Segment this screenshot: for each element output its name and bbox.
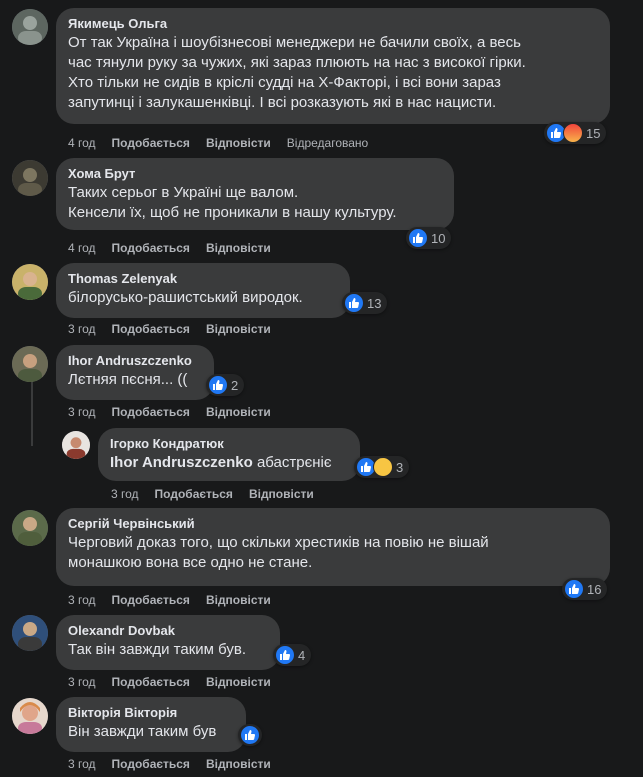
comment-time[interactable]: 3 год <box>68 322 96 336</box>
reply-button[interactable]: Відповісти <box>206 322 271 336</box>
comment-text: Черговий доказ того, що скільки хрестикі… <box>68 534 489 571</box>
like-reaction-icon <box>408 228 428 248</box>
comment-text: Ihor Andruszczenko абастрєніє <box>110 453 348 473</box>
comment-bubble: Якимець Ольга От так Україна і шоубізнес… <box>56 8 610 124</box>
reaction-summary[interactable]: 10 <box>406 227 452 249</box>
comment-time[interactable]: 3 год <box>68 757 96 771</box>
comment-author[interactable]: Якимець Ольга <box>68 16 598 32</box>
comment-text: Лєтняя пєсня... (( <box>68 371 188 388</box>
comment-bubble: Вікторія Вікторія Він завжди таким був <box>56 697 246 752</box>
comment-actions: 4 год Подобається Відповісти <box>68 241 287 255</box>
comment-text: білорусько-рашистський виродок. <box>68 289 303 306</box>
avatar[interactable] <box>12 698 48 734</box>
comment-time[interactable]: 3 год <box>68 405 96 419</box>
reply-button[interactable]: Відповісти <box>206 241 271 255</box>
avatar[interactable] <box>12 160 48 196</box>
comment-actions: 3 год Подобається Відповісти <box>68 593 287 607</box>
comment-text: От так Україна і шоубізнесові менеджери … <box>68 34 526 111</box>
comment-bubble: Thomas Zelenyak білорусько-рашистський в… <box>56 263 350 318</box>
like-reaction-icon <box>275 645 295 665</box>
comment-bubble: Сергій Червінський Черговий доказ того, … <box>56 508 610 586</box>
reply-button[interactable]: Відповісти <box>206 405 271 419</box>
comment-author[interactable]: Thomas Zelenyak <box>68 271 338 287</box>
comment-author[interactable]: Вікторія Вікторія <box>68 705 234 721</box>
reaction-count: 10 <box>431 230 446 246</box>
comment-author[interactable]: Ihor Andruszczenko <box>68 353 202 369</box>
reaction-count: 16 <box>587 581 602 597</box>
haha-reaction-icon <box>373 457 393 477</box>
comment-actions: 3 год Подобається Відповісти <box>68 405 287 419</box>
comment-bubble: Olexandr Dovbak Так він завжди таким був… <box>56 615 280 670</box>
comment-actions: 4 год Подобається Відповісти Відредаговано <box>68 136 384 150</box>
avatar[interactable] <box>12 9 48 45</box>
reaction-count: 2 <box>231 377 239 393</box>
comment-actions: 3 год Подобається Відповісти <box>111 487 330 501</box>
like-reaction-icon <box>564 579 584 599</box>
like-button[interactable]: Подобається <box>155 487 233 501</box>
comment-time[interactable]: 3 год <box>68 593 96 607</box>
comment-text: Таких серьог в Україні ще валом. Кенсели… <box>68 184 397 221</box>
avatar[interactable] <box>12 615 48 651</box>
like-button[interactable]: Подобається <box>112 136 190 150</box>
comment-author[interactable]: Сергій Червінський <box>68 516 598 532</box>
reaction-summary[interactable]: 13 <box>342 292 388 314</box>
avatar[interactable] <box>12 510 48 546</box>
comment-time[interactable]: 4 год <box>68 241 96 255</box>
reaction-count: 13 <box>367 295 382 311</box>
comment-time[interactable]: 4 год <box>68 136 96 150</box>
like-button[interactable]: Подобається <box>112 405 190 419</box>
comment-text: Він завжди таким був <box>68 723 217 740</box>
reaction-count: 3 <box>396 459 404 475</box>
reaction-summary[interactable]: 4 <box>273 644 312 666</box>
comment-author[interactable]: Хома Брут <box>68 166 442 182</box>
avatar[interactable] <box>12 346 48 382</box>
reply-button[interactable]: Відповісти <box>206 675 271 689</box>
reaction-count: 15 <box>586 125 601 141</box>
comment-author[interactable]: Ігорко Кондратюк <box>110 436 348 452</box>
reply-text: абастрєніє <box>252 454 332 471</box>
reply-button[interactable]: Відповісти <box>249 487 314 501</box>
reaction-count: 4 <box>298 647 306 663</box>
comment-actions: 3 год Подобається Відповісти <box>68 675 287 689</box>
reaction-summary[interactable] <box>238 724 262 746</box>
reaction-summary[interactable]: 16 <box>562 578 608 600</box>
avatar[interactable] <box>62 431 90 459</box>
reaction-summary[interactable]: 3 <box>354 456 410 478</box>
reaction-summary[interactable]: 15 <box>544 122 607 144</box>
like-button[interactable]: Подобається <box>112 322 190 336</box>
angry-reaction-icon <box>563 123 583 143</box>
comment-actions: 3 год Подобається Відповісти <box>68 322 287 336</box>
like-reaction-icon <box>240 725 260 745</box>
comment-time[interactable]: 3 год <box>68 675 96 689</box>
edited-label: Відредаговано <box>286 136 369 150</box>
comment-time[interactable]: 3 год <box>111 487 139 501</box>
comment-bubble: Хома Брут Таких серьог в Україні ще вало… <box>56 158 454 230</box>
like-button[interactable]: Подобається <box>112 675 190 689</box>
comment-bubble: Ігорко Кондратюк Ihor Andruszczenko абас… <box>98 428 360 481</box>
like-button[interactable]: Подобається <box>112 757 190 771</box>
comment-actions: 3 год Подобається Відповісти <box>68 757 287 771</box>
reply-button[interactable]: Відповісти <box>206 136 271 150</box>
reply-thread-line <box>31 380 33 446</box>
like-reaction-icon <box>344 293 364 313</box>
reply-button[interactable]: Відповісти <box>206 757 271 771</box>
avatar[interactable] <box>12 264 48 300</box>
reaction-summary[interactable]: 2 <box>206 374 245 396</box>
like-button[interactable]: Подобається <box>112 241 190 255</box>
comment-author[interactable]: Olexandr Dovbak <box>68 623 268 639</box>
comment-text: Так він завжди таким був. <box>68 641 247 658</box>
like-reaction-icon <box>208 375 228 395</box>
comment-bubble: Ihor Andruszczenko Лєтняя пєсня... (( <box>56 345 214 400</box>
like-button[interactable]: Подобається <box>112 593 190 607</box>
mention-link[interactable]: Ihor Andruszczenko <box>110 454 253 471</box>
reply-button[interactable]: Відповісти <box>206 593 271 607</box>
